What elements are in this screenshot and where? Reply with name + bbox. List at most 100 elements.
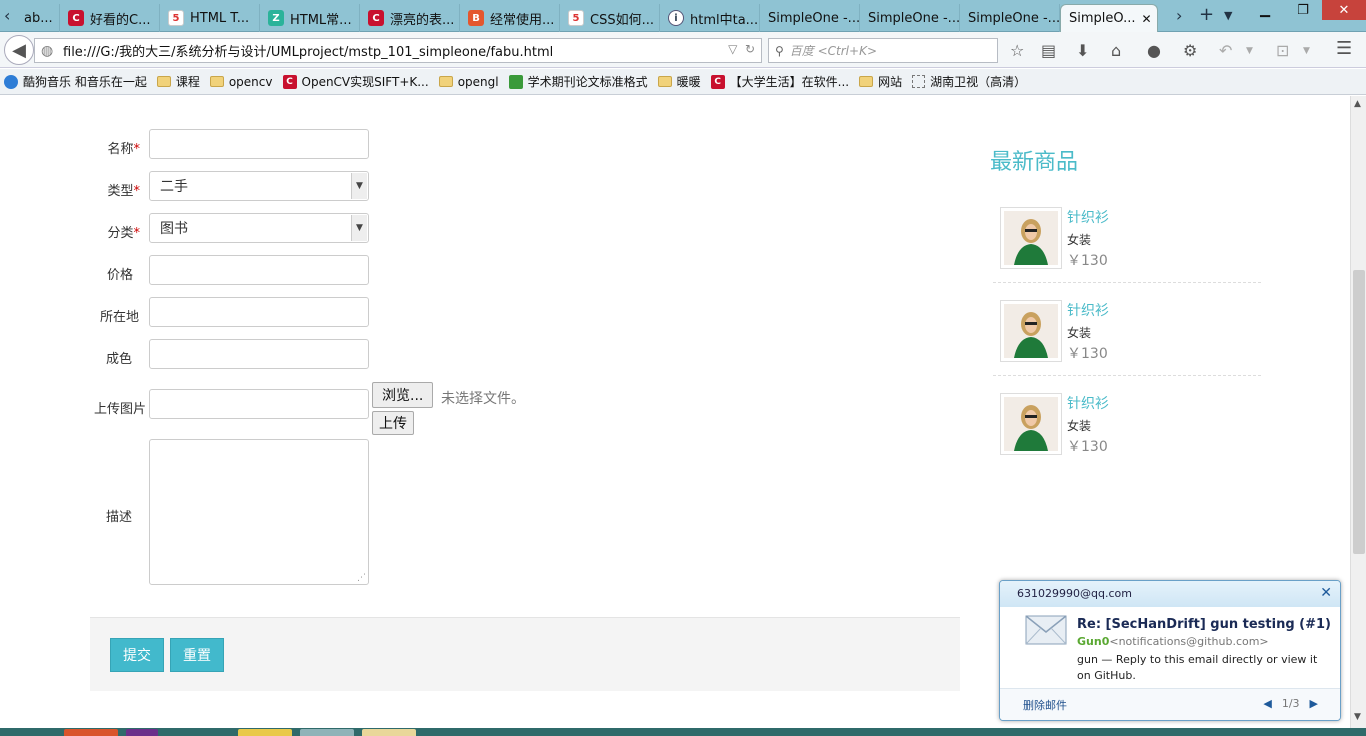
product-item[interactable]: 针织衫 女装 ￥130 — [993, 293, 1261, 379]
taskbar-app[interactable] — [64, 729, 118, 736]
undo-icon[interactable]: ↶ — [1219, 41, 1232, 60]
type-select-value: 二手 — [160, 179, 188, 195]
next-icon[interactable]: ▶ — [1310, 697, 1318, 710]
folder-icon — [209, 76, 224, 87]
bookmark-label: 暖暖 — [676, 75, 701, 89]
resize-grip-icon[interactable]: ⋰ — [357, 573, 366, 583]
settings-gear-icon[interactable]: ⚙ — [1183, 41, 1197, 60]
file-path-input[interactable] — [149, 389, 369, 419]
taskbar-app[interactable] — [362, 729, 416, 736]
restore-icon[interactable]: ❐ — [1288, 0, 1318, 20]
product-image[interactable] — [1000, 300, 1062, 362]
product-name[interactable]: 针织衫 — [1067, 207, 1109, 227]
notification-subject[interactable]: Re: [SecHanDrift] gun testing (#1) — [1077, 617, 1331, 632]
tab-5[interactable]: B 经常使用... — [460, 4, 560, 32]
condition-input[interactable] — [149, 339, 369, 369]
dropdown-icon[interactable]: ▽ — [728, 42, 737, 56]
submit-button[interactable]: 提交 — [110, 638, 164, 672]
tab-scroll-right-icon[interactable]: › — [1176, 6, 1182, 25]
bookmark-item[interactable]: 暖暖 — [657, 73, 701, 90]
tab-list-icon[interactable]: ▼ — [1224, 9, 1232, 22]
close-icon[interactable]: ✕ — [1320, 585, 1332, 601]
divider — [993, 375, 1261, 376]
scroll-down-icon[interactable]: ▼ — [1354, 712, 1361, 722]
browse-button[interactable]: 浏览... — [372, 382, 434, 408]
description-textarea[interactable]: ⋰ — [149, 439, 369, 585]
taskbar-app[interactable] — [300, 729, 354, 736]
tab-9[interactable]: SimpleOne -... — [860, 4, 960, 32]
vertical-scrollbar[interactable]: ▲ ▼ — [1350, 96, 1366, 728]
csdn-icon: C — [68, 10, 84, 26]
home-icon[interactable]: ⌂ — [1111, 41, 1121, 60]
product-image[interactable] — [1000, 207, 1062, 269]
menu-hamburger-icon[interactable]: ☰ — [1336, 38, 1352, 59]
undo-menu-icon[interactable]: ▼ — [1246, 46, 1253, 56]
product-name[interactable]: 针织衫 — [1067, 393, 1109, 413]
window-close-icon[interactable]: ✕ — [1322, 0, 1366, 20]
minimize-icon[interactable]: ▁ — [1250, 0, 1280, 20]
category-select[interactable]: 图书 ▼ — [149, 213, 369, 243]
product-image[interactable] — [1000, 393, 1062, 455]
tab-7[interactable]: i html中ta... — [660, 4, 760, 32]
product-name[interactable]: 针织衫 — [1067, 300, 1109, 320]
scroll-up-icon[interactable]: ▲ — [1354, 99, 1361, 109]
bookmark-item[interactable]: C OpenCV实现SIFT+K... — [282, 73, 429, 90]
bookmark-item[interactable]: 酷狗音乐 和音乐在一起 — [4, 73, 147, 90]
tab-10[interactable]: SimpleOne -... — [960, 4, 1060, 32]
tab-1[interactable]: C 好看的C... — [60, 4, 160, 32]
tab-active[interactable]: SimpleO... ✕ — [1060, 4, 1158, 32]
tab-0[interactable]: ab... — [16, 4, 60, 32]
download-icon[interactable]: ⬇ — [1076, 41, 1089, 60]
back-icon[interactable]: ◀ — [4, 35, 34, 65]
tab-scroll-left-icon[interactable]: ‹ — [4, 6, 10, 25]
delete-mail-link[interactable]: 删除邮件 — [1023, 697, 1067, 713]
tab-3[interactable]: Z HTML常... — [260, 4, 360, 32]
price-input[interactable] — [149, 255, 369, 285]
bookmark-star-icon[interactable]: ☆ — [1010, 41, 1024, 60]
tab-6[interactable]: 5 CSS如何... — [560, 4, 660, 32]
taskbar-app[interactable] — [238, 729, 292, 736]
taskbar-app[interactable] — [126, 729, 158, 736]
product-price: ￥130 — [1067, 439, 1108, 455]
form-actions: 提交 重置 — [90, 617, 960, 691]
bookmark-item[interactable]: opengl — [438, 74, 499, 89]
bookmark-label: opengl — [457, 74, 499, 89]
bookmark-item[interactable]: 网站 — [859, 73, 902, 90]
html5-icon: 5 — [568, 10, 584, 26]
reload-icon[interactable]: ↻ — [745, 42, 755, 56]
type-select[interactable]: 二手 ▼ — [149, 171, 369, 201]
previous-icon[interactable]: ◀ — [1263, 697, 1271, 710]
divider — [993, 282, 1261, 283]
tab-2[interactable]: 5 HTML T... — [160, 4, 260, 32]
mail-notification[interactable]: 631029990@qq.com ✕ Re: [SecHanDrift] gun… — [999, 580, 1341, 721]
product-item[interactable]: 针织衫 女装 ￥130 — [993, 200, 1261, 286]
envelope-icon — [1025, 615, 1067, 645]
tab-8[interactable]: SimpleOne -... — [760, 4, 860, 32]
bookmark-item[interactable]: C 【大学生活】在软件... — [710, 73, 849, 90]
folder-icon — [438, 76, 453, 87]
product-item[interactable]: 针织衫 女装 ￥130 — [993, 386, 1261, 472]
bookmark-label: 学术期刊论文标准格式 — [527, 75, 648, 89]
bookmark-item[interactable]: 课程 — [156, 73, 200, 90]
search-bar[interactable]: ⚲ 百度 <Ctrl+K> — [768, 38, 998, 63]
new-tab-icon[interactable]: + — [1199, 4, 1214, 25]
bookmark-item[interactable]: 学术期刊论文标准格式 — [508, 73, 648, 90]
crop-menu-icon[interactable]: ▼ — [1303, 46, 1310, 56]
location-input[interactable] — [149, 297, 369, 327]
url-bar[interactable]: ◍ file:///G:/我的大三/系统分析与设计/UMLproject/mst… — [34, 38, 762, 63]
close-tab-icon[interactable]: ✕ — [1142, 12, 1152, 26]
navigation-toolbar: ◀ ◍ file:///G:/我的大三/系统分析与设计/UMLproject/m… — [0, 32, 1366, 68]
bookmark-item[interactable]: opencv — [209, 75, 273, 89]
name-input[interactable] — [149, 129, 369, 159]
tab-label: ab... — [24, 10, 53, 26]
upload-button[interactable]: 上传 — [372, 411, 414, 435]
reset-button[interactable]: 重置 — [170, 638, 224, 672]
bookmark-item[interactable]: 湖南卫视（高清） — [912, 73, 1026, 90]
product-category: 女装 — [1067, 326, 1092, 340]
crop-icon[interactable]: ⊡ — [1276, 41, 1289, 60]
reading-list-icon[interactable]: ▤ — [1041, 41, 1056, 60]
chat-icon[interactable]: ● — [1147, 41, 1161, 60]
product-category: 女装 — [1067, 419, 1092, 433]
scrollbar-thumb[interactable] — [1353, 270, 1365, 554]
tab-4[interactable]: C 漂亮的表... — [360, 4, 460, 32]
